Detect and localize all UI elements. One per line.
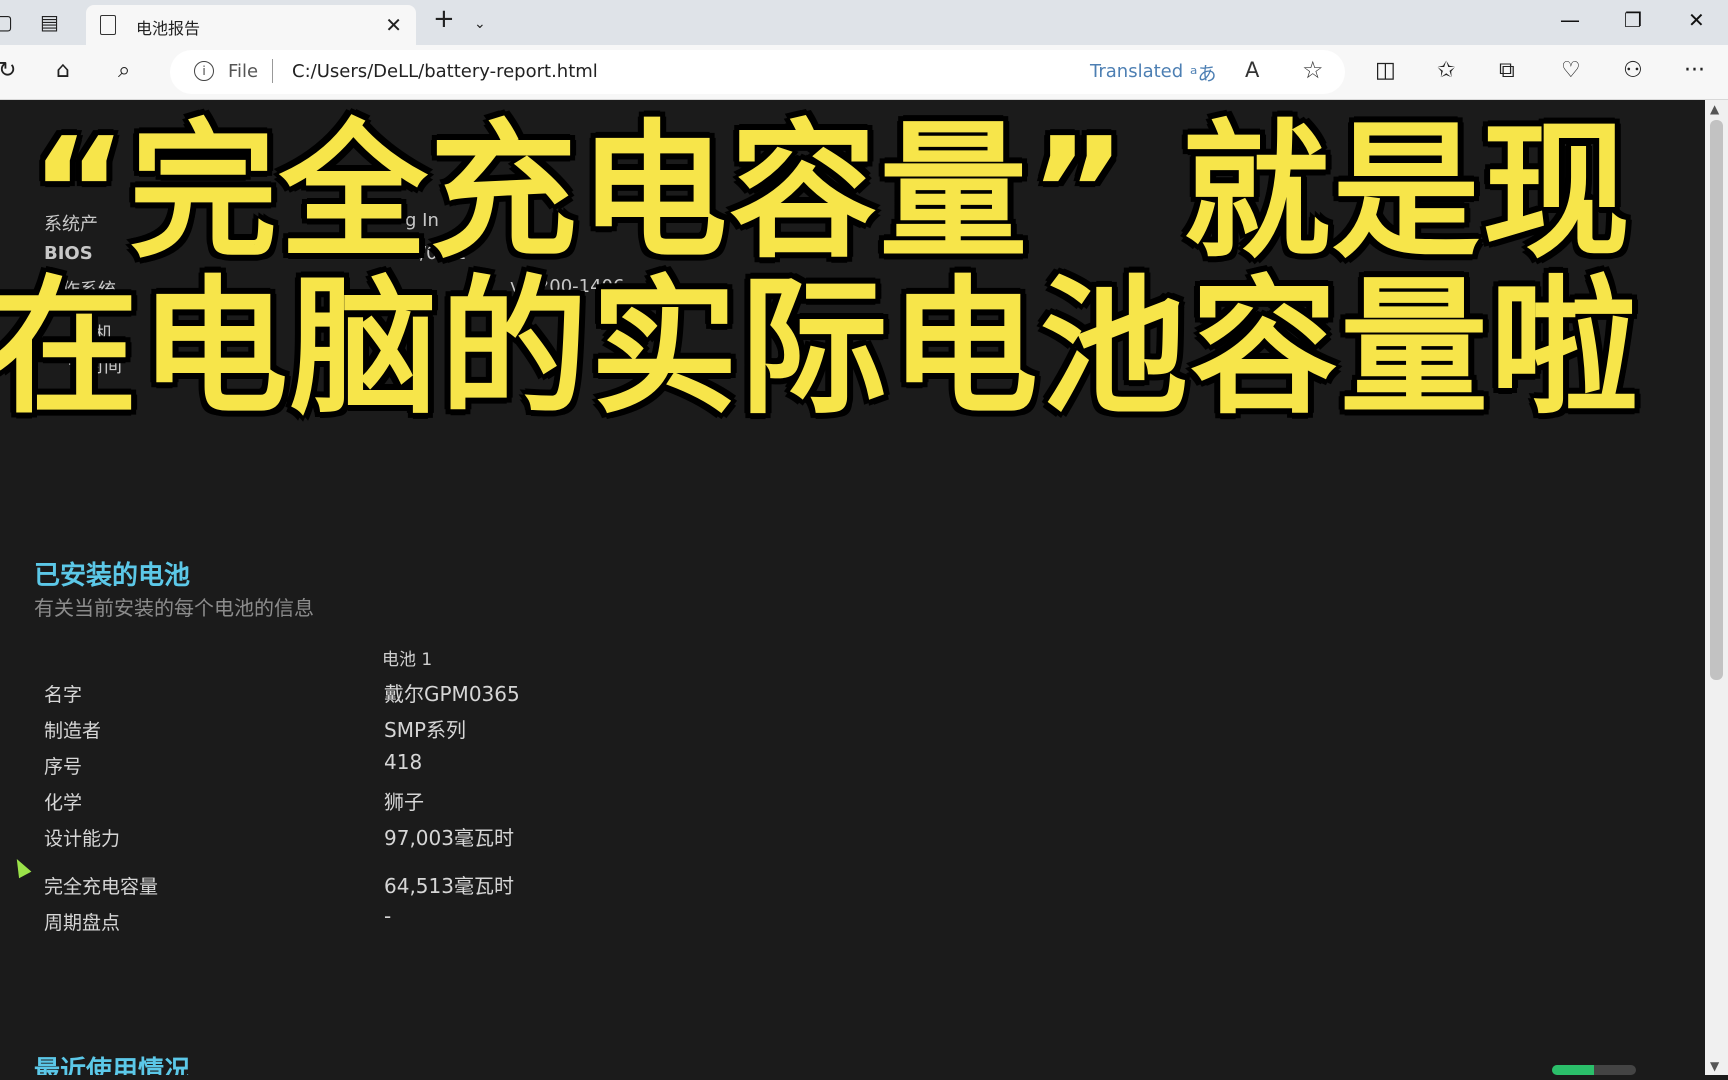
installed-batteries-title: 已安装的电池: [34, 561, 191, 591]
row-value-cycle-count: -: [384, 904, 392, 928]
row-label-full-charge-capacity: 完全充电容量: [44, 876, 159, 898]
favorites-icon[interactable]: ✩: [1437, 59, 1455, 83]
workspaces-icon[interactable]: ▢: [0, 10, 13, 34]
page-scrollbar[interactable]: ▲ ▼: [1705, 100, 1728, 1075]
new-tab-button[interactable]: +: [433, 6, 455, 32]
row-value-design-capacity: 97,003毫瓦时: [384, 826, 514, 850]
translated-label[interactable]: Translated: [1090, 61, 1183, 82]
close-window-button[interactable]: ✕: [1688, 8, 1705, 32]
favorite-star-icon[interactable]: ☆: [1302, 56, 1324, 84]
row-value-name: 戴尔GPM0365: [384, 682, 520, 706]
scroll-down-icon[interactable]: ▼: [1710, 1059, 1719, 1073]
row-value-serial: 418: [384, 750, 423, 774]
info-icon[interactable]: i: [194, 61, 214, 81]
collections-icon[interactable]: ⧉: [1499, 59, 1515, 83]
translate-icon[interactable]: ᵃあ: [1190, 59, 1216, 86]
document-icon: [100, 15, 116, 35]
scroll-up-icon[interactable]: ▲: [1710, 102, 1719, 116]
search-icon[interactable]: ⌕: [118, 59, 130, 83]
extensions-icon[interactable]: ⚇: [1623, 59, 1643, 83]
read-aloud-icon[interactable]: A: [1245, 58, 1259, 82]
row-value-chemistry: 狮子: [384, 790, 424, 814]
row-label-manufacturer: 制造者: [44, 720, 102, 742]
row-label-cycle-count: 周期盘点: [44, 912, 121, 934]
tab-list-chevron-icon[interactable]: ⌄: [474, 12, 486, 36]
browser-essentials-icon[interactable]: ♡: [1561, 59, 1581, 83]
more-options-icon[interactable]: ···: [1684, 59, 1705, 83]
tab-battery-report[interactable]: 电池报告 ✕: [86, 5, 416, 45]
address-divider: [272, 59, 273, 83]
recent-usage-title: 最近使用情况: [34, 1056, 191, 1075]
split-screen-icon[interactable]: ◫: [1375, 59, 1396, 83]
close-tab-icon[interactable]: ✕: [385, 13, 402, 37]
tab-actions-icon[interactable]: ▤: [40, 10, 59, 34]
row-label-chemistry: 化学: [44, 792, 83, 814]
row-label-serial: 序号: [44, 756, 83, 778]
home-icon[interactable]: ⌂: [56, 59, 70, 83]
address-url[interactable]: C:/Users/DeLL/battery-report.html: [292, 61, 598, 82]
installed-batteries-subtitle: 有关当前安装的每个电池的信息: [34, 596, 314, 620]
restore-button[interactable]: ❐: [1624, 8, 1642, 32]
address-bar[interactable]: i File C:/Users/DeLL/battery-report.html…: [170, 50, 1345, 94]
row-value-full-charge-capacity: 64,513毫瓦时: [384, 874, 514, 898]
caption-line-1: “完全充电容量” 就是现: [30, 106, 1633, 278]
address-scheme: File: [228, 61, 259, 82]
browser-toolbar: ↻ ⌂ ⌕ i File C:/Users/DeLL/battery-repor…: [0, 45, 1728, 100]
tab-title: 电池报告: [136, 19, 201, 38]
battery-column-header: 电池 1: [382, 650, 433, 670]
mouse-cursor-icon: [10, 855, 32, 879]
title-bar: ▢ ▤ 电池报告 ✕ + ⌄ — ❐ ✕: [0, 0, 1728, 45]
refresh-icon[interactable]: ↻: [0, 59, 16, 83]
row-label-design-capacity: 设计能力: [44, 828, 121, 850]
minimize-button[interactable]: —: [1560, 8, 1580, 32]
scrollbar-thumb[interactable]: [1710, 120, 1723, 680]
progress-indicator: [1552, 1065, 1636, 1075]
row-label-name: 名字: [44, 684, 83, 706]
caption-line-2: 在电脑的实际电池容量啦: [0, 262, 1640, 434]
row-value-manufacturer: SMP系列: [384, 718, 467, 742]
